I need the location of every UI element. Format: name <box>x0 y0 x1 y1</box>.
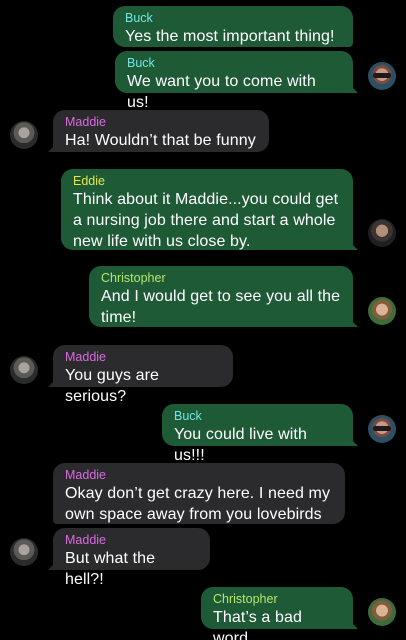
message-bubble-christopher[interactable]: Christopher That’s a bad word <box>201 587 353 640</box>
buck-avatar[interactable] <box>368 62 396 90</box>
message-bubble-buck[interactable]: Buck You could live with us!!! <box>162 404 353 464</box>
sender-name: Christopher <box>101 271 166 285</box>
message-text: And I would get to see you all the time! <box>101 288 341 326</box>
sender-name: Buck <box>174 409 202 423</box>
sender-name: Buck <box>127 56 155 70</box>
sender-name: Eddie <box>73 174 105 188</box>
maddie-avatar[interactable] <box>10 121 38 149</box>
message-bubble-maddie[interactable]: Maddie Ha! Wouldn’t that be funny <box>53 110 269 152</box>
christopher-avatar[interactable] <box>368 598 396 626</box>
message-bubble-buck[interactable]: Buck We want you to come with us! <box>115 51 353 111</box>
message-text: Yes the most important thing! <box>125 28 335 45</box>
message-text: But what the hell?! <box>65 550 156 588</box>
chat-thread: Buck Yes the most important thing! Buck … <box>0 0 406 640</box>
message-text: You could live with us!!! <box>174 426 307 464</box>
message-bubble-maddie[interactable]: Maddie Okay don’t get crazy here. I need… <box>53 463 345 524</box>
message-bubble-buck[interactable]: Buck Yes the most important thing! <box>113 6 353 47</box>
buck-avatar[interactable] <box>368 415 396 443</box>
christopher-avatar[interactable] <box>368 297 396 325</box>
message-text: You guys are serious? <box>65 367 160 405</box>
message-text: We want you to come with us! <box>127 73 316 111</box>
sender-name: Buck <box>125 11 153 25</box>
sender-name: Maddie <box>65 533 106 547</box>
message-bubble-eddie[interactable]: Eddie Think about it Maddie...you could … <box>61 169 353 250</box>
sender-name: Maddie <box>65 350 106 364</box>
message-text: Okay don’t get crazy here. I need my own… <box>65 485 331 523</box>
message-text: Think about it Maddie...you could get a … <box>73 191 339 250</box>
sender-name: Christopher <box>213 592 278 606</box>
maddie-avatar[interactable] <box>10 538 38 566</box>
message-bubble-maddie[interactable]: Maddie But what the hell?! <box>53 528 210 588</box>
maddie-avatar[interactable] <box>10 356 38 384</box>
message-text: That’s a bad word <box>213 609 302 640</box>
message-bubble-maddie[interactable]: Maddie You guys are serious? <box>53 345 233 405</box>
message-text: Ha! Wouldn’t that be funny <box>65 132 256 149</box>
sender-name: Maddie <box>65 468 106 482</box>
message-bubble-christopher[interactable]: Christopher And I would get to see you a… <box>89 266 353 327</box>
eddie-avatar[interactable] <box>368 219 396 247</box>
sender-name: Maddie <box>65 115 106 129</box>
